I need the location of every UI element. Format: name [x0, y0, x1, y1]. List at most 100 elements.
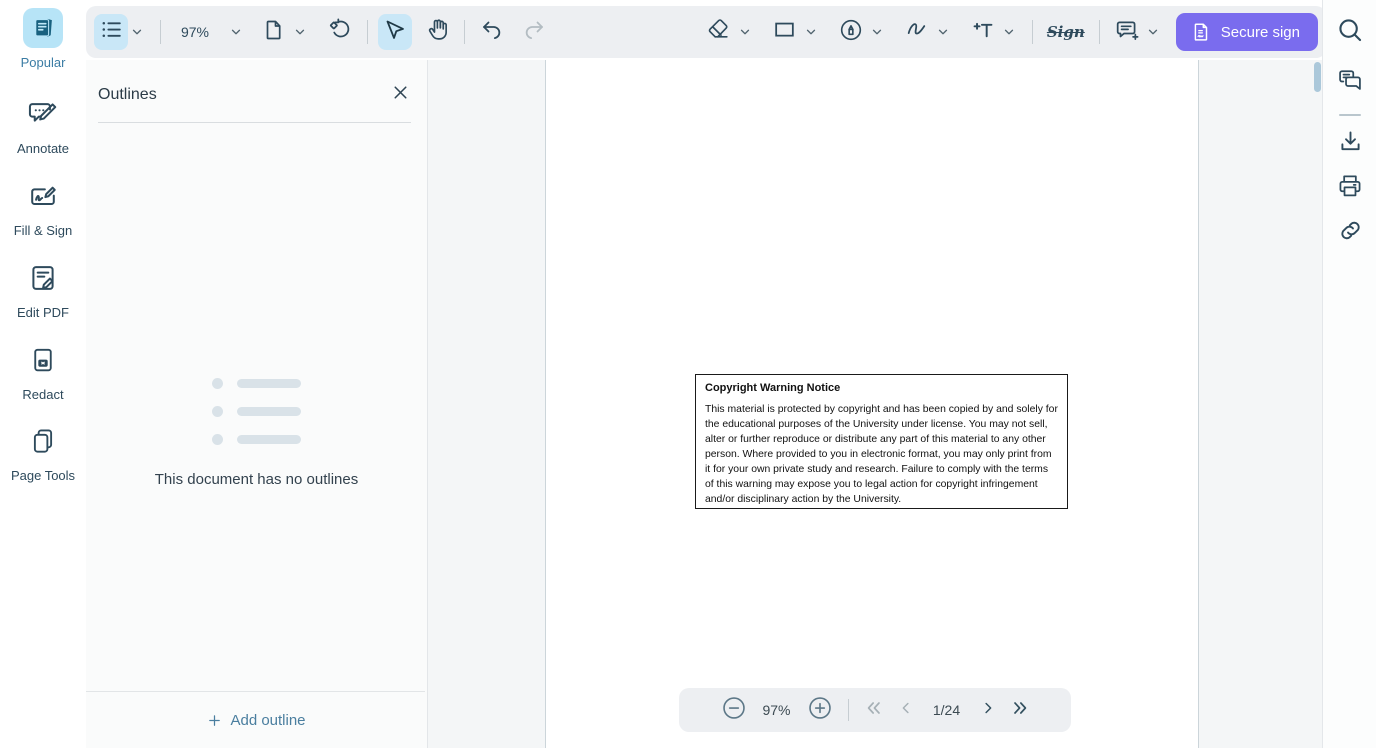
zoom-out-button[interactable]	[721, 695, 747, 726]
add-comment-button[interactable]	[1110, 14, 1144, 50]
close-panel-button[interactable]	[388, 80, 413, 110]
sidebar-item-page-tools[interactable]: Page Tools	[0, 421, 86, 483]
sidebar-item-label: Page Tools	[11, 468, 75, 483]
chevron-down-icon[interactable]	[128, 14, 146, 50]
pdf-page: Copyright Warning Notice This material i…	[545, 60, 1199, 748]
comment-add-icon	[1114, 17, 1140, 48]
download-button[interactable]	[1323, 128, 1376, 160]
minus-circle-icon	[721, 695, 747, 726]
toolbar-divider	[367, 20, 368, 44]
undo-button[interactable]	[475, 14, 509, 50]
copyright-notice-title: Copyright Warning Notice	[705, 382, 1058, 394]
plus-icon	[207, 713, 222, 728]
pagination-bar: 97% 1/24	[679, 688, 1071, 732]
add-outline-label: Add outline	[230, 712, 305, 729]
rotate-left-icon	[328, 17, 353, 47]
signature-tool-button[interactable]: Sign	[1043, 23, 1089, 41]
redact-icon	[23, 340, 63, 380]
annotate-icon	[23, 94, 63, 134]
add-outline-button[interactable]: Add outline	[86, 704, 427, 736]
sidebar-item-label: Popular	[21, 55, 66, 70]
first-page-button[interactable]	[864, 698, 884, 723]
left-tool-rail: Popular Annotate Fill & Sign Edit PDF Re	[0, 0, 86, 748]
chevron-left-icon	[897, 699, 915, 722]
sidebar-item-popular[interactable]: Popular	[0, 8, 86, 70]
outline-panel-button[interactable]	[94, 14, 128, 50]
print-button[interactable]	[1323, 172, 1376, 205]
zoom-level-value[interactable]: 97%	[171, 24, 219, 40]
page-indicator[interactable]: 1/24	[928, 702, 966, 718]
sidebar-item-label: Edit PDF	[17, 305, 69, 320]
outline-empty-illustration	[212, 378, 301, 445]
page-tools-icon	[23, 421, 63, 461]
eraser-icon	[706, 17, 731, 47]
chevron-down-icon[interactable]	[868, 14, 886, 50]
right-tool-rail	[1322, 0, 1376, 748]
comments-panel-button[interactable]	[1323, 66, 1376, 99]
double-chevron-left-icon	[864, 698, 884, 723]
shape-tool-button[interactable]	[768, 14, 802, 50]
copyright-notice-box: Copyright Warning Notice This material i…	[695, 374, 1068, 509]
pdf-editor-window: 97%	[0, 0, 1376, 748]
previous-page-button[interactable]	[897, 699, 915, 722]
toolbar-divider	[464, 20, 465, 44]
link-button[interactable]	[1323, 217, 1376, 249]
panel-divider	[98, 122, 411, 123]
chevron-down-icon[interactable]	[291, 14, 309, 50]
link-icon	[1337, 217, 1364, 249]
search-button[interactable]	[1323, 16, 1376, 49]
page-icon	[262, 18, 286, 47]
rail-divider	[1339, 114, 1361, 116]
zoom-in-button[interactable]	[807, 695, 833, 726]
download-icon	[1337, 128, 1364, 160]
chevron-down-icon[interactable]	[802, 14, 820, 50]
edit-pdf-icon	[23, 258, 63, 298]
freehand-draw-button[interactable]	[900, 14, 934, 50]
chevron-down-icon[interactable]	[1144, 14, 1162, 50]
eraser-tool-button[interactable]	[702, 14, 736, 50]
undo-icon	[480, 18, 504, 47]
sidebar-item-edit-pdf[interactable]: Edit PDF	[0, 258, 86, 320]
outline-list-icon	[99, 17, 124, 47]
toolbar-divider	[1032, 20, 1033, 44]
top-toolbar: 97%	[86, 6, 1326, 58]
sidebar-item-fill-sign[interactable]: Fill & Sign	[0, 176, 86, 238]
fill-sign-icon	[23, 176, 63, 216]
chevron-down-icon[interactable]	[227, 14, 245, 50]
sidebar-item-label: Fill & Sign	[14, 223, 73, 238]
page-layout-button[interactable]	[257, 14, 291, 50]
rotate-left-button[interactable]	[323, 14, 357, 50]
highlighter-tool-button[interactable]	[834, 14, 868, 50]
sidebar-item-redact[interactable]: Redact	[0, 340, 86, 402]
comments-icon	[1336, 66, 1364, 99]
vertical-scrollbar-thumb[interactable]	[1314, 62, 1321, 92]
outlines-panel-title: Outlines	[98, 86, 157, 104]
chevron-right-icon	[979, 699, 997, 722]
hand-tool-icon	[425, 17, 450, 47]
select-cursor-icon	[383, 18, 407, 47]
toolbar-divider	[160, 20, 161, 44]
chevron-down-icon[interactable]	[1000, 14, 1018, 50]
add-text-button[interactable]	[966, 14, 1000, 50]
popular-icon	[23, 8, 63, 48]
last-page-button[interactable]	[1010, 698, 1030, 723]
outlines-empty-message: This document has no outlines	[155, 471, 358, 488]
plus-circle-icon	[807, 695, 833, 726]
freehand-draw-icon	[904, 17, 929, 47]
pagination-divider	[848, 699, 849, 721]
document-viewport[interactable]: Copyright Warning Notice This material i…	[428, 60, 1322, 748]
sidebar-item-label: Redact	[22, 387, 63, 402]
sidebar-item-annotate[interactable]: Annotate	[0, 94, 86, 156]
chevron-down-icon[interactable]	[934, 14, 952, 50]
copyright-notice-body: This material is protected by copyright …	[705, 402, 1058, 507]
secure-sign-button[interactable]: Secure sign	[1176, 13, 1318, 51]
highlighter-icon	[838, 17, 864, 48]
redo-button[interactable]	[517, 14, 551, 50]
hand-tool-button[interactable]	[420, 14, 454, 50]
next-page-button[interactable]	[979, 699, 997, 722]
redo-icon	[522, 18, 546, 47]
chevron-down-icon[interactable]	[736, 14, 754, 50]
search-icon	[1336, 16, 1364, 49]
outlines-panel: Outlines This document has no outlines A…	[86, 60, 428, 748]
select-tool-button[interactable]	[378, 14, 412, 50]
